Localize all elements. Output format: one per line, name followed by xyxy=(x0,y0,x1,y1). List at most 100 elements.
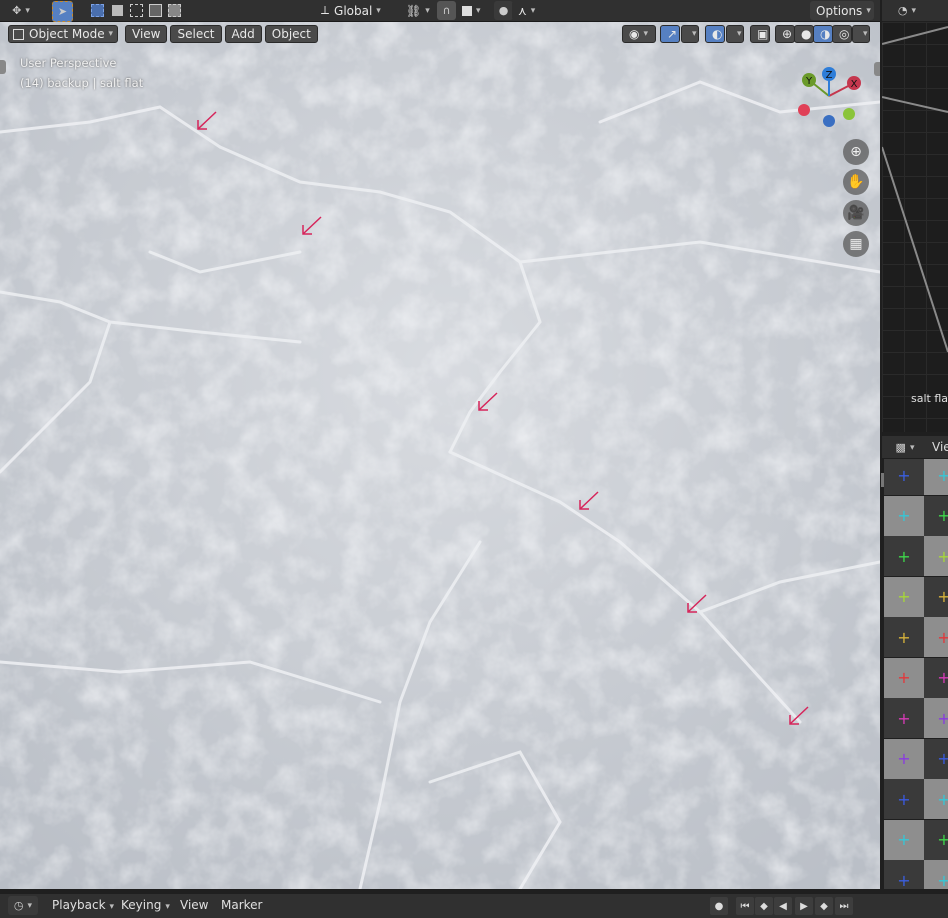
zoom-button[interactable]: ⊕ xyxy=(843,139,869,165)
uv-grid-cell: + xyxy=(924,657,948,698)
uv-grid-cell: + xyxy=(924,576,948,617)
shading-solid[interactable]: ● xyxy=(794,25,814,43)
overlays-dropdown[interactable]: ▾ xyxy=(726,25,744,43)
jump-start-icon: ⏮ xyxy=(740,900,750,912)
uv-grid-cell: + xyxy=(884,779,924,819)
select-subtract-button[interactable] xyxy=(127,1,146,20)
shading-dropdown[interactable]: ▾ xyxy=(852,25,870,43)
material-icon: ◑ xyxy=(820,27,831,41)
next-keyframe-icon: ◆ xyxy=(820,900,828,912)
gizmo-dropdown[interactable]: ▾ xyxy=(681,25,699,43)
chevron-down-icon: ▾ xyxy=(863,29,868,39)
timeline-type-dropdown[interactable]: ◷ ▾ xyxy=(8,896,38,915)
select-extend-button[interactable] xyxy=(108,1,127,20)
uv-grid-cell: + xyxy=(884,819,924,860)
select-invert-button[interactable] xyxy=(146,1,165,20)
menu-select[interactable]: Select xyxy=(170,25,222,43)
node-editor-type-dropdown[interactable]: ◔ ▾ xyxy=(890,1,924,20)
chevron-down-icon: ▾ xyxy=(737,29,742,39)
menu-view[interactable]: View xyxy=(125,25,168,43)
editor-type-dropdown[interactable]: ✥ ▾ xyxy=(4,1,38,20)
navigation-gizmo[interactable]: X Y Z xyxy=(790,64,868,130)
image-icon: ▩ xyxy=(895,441,906,454)
chevron-down-icon: ▾ xyxy=(866,5,871,16)
node-editor-header: ◔ ▾ xyxy=(882,0,948,21)
uv-grid-cell: + xyxy=(924,495,948,536)
select-intersect-button[interactable] xyxy=(165,1,184,20)
viewport-header: Object Mode ▾ View Select Add Object xyxy=(8,25,318,45)
camera-icon: 🎥 xyxy=(847,205,865,221)
pan-button[interactable]: ✋ xyxy=(843,169,869,195)
gizmo-toggle[interactable]: ↗ xyxy=(660,25,680,43)
sidebar-expand-handle[interactable] xyxy=(874,62,880,76)
chevron-down-icon: ▾ xyxy=(425,5,430,16)
visibility-dropdown[interactable]: ◉ ▾ xyxy=(622,25,656,43)
options-dropdown[interactable]: Options ▾ xyxy=(810,1,874,20)
chevron-down-icon: ▾ xyxy=(911,5,917,16)
view-name-overlay: User Perspective xyxy=(20,56,117,70)
camera-view-button[interactable]: 🎥 xyxy=(843,200,869,226)
next-keyframe-button[interactable]: ◆ xyxy=(815,897,833,915)
node-editor[interactable]: salt flat xyxy=(882,22,948,432)
falloff-dropdown[interactable]: ⋏ ▾ xyxy=(512,1,544,20)
chevron-down-icon: ▾ xyxy=(109,902,115,912)
record-button[interactable]: ● xyxy=(710,897,728,915)
shading-material[interactable]: ◑ xyxy=(813,25,833,43)
xray-toggle[interactable]: ▣ xyxy=(750,25,770,43)
node-label: salt flat xyxy=(911,392,948,405)
uv-grid-cell: + xyxy=(884,657,924,698)
playback-menu[interactable]: Playback ▾ xyxy=(52,898,114,912)
marker-menu[interactable]: Marker xyxy=(221,898,262,912)
keying-menu[interactable]: Keying ▾ xyxy=(121,898,170,912)
play-icon: ▶ xyxy=(800,900,808,912)
options-label: Options xyxy=(816,3,863,18)
select-tool-button[interactable]: ➤ xyxy=(52,1,73,22)
snap-toggle[interactable]: ∩ xyxy=(437,1,456,20)
snap-target-dropdown[interactable]: ▾ xyxy=(456,1,488,20)
keying-label: Keying xyxy=(121,898,162,912)
image-view-menu[interactable]: Vie xyxy=(932,440,948,454)
menu-add[interactable]: Add xyxy=(224,25,262,43)
hand-icon: ✋ xyxy=(847,174,865,190)
neg-y-axis-dot[interactable] xyxy=(843,108,855,120)
node-links xyxy=(882,26,948,353)
jump-start-button[interactable]: ⏮ xyxy=(736,897,754,915)
timeline-view-menu[interactable]: View xyxy=(180,898,208,912)
play-reverse-button[interactable]: ◀ xyxy=(774,897,792,915)
neg-x-axis-dot[interactable] xyxy=(798,104,810,116)
shading-rendered[interactable]: ◎ xyxy=(832,25,852,43)
prev-keyframe-button[interactable]: ◆ xyxy=(755,897,773,915)
uv-grid-cell: + xyxy=(924,617,948,657)
solid-icon: ● xyxy=(801,27,812,41)
uv-grid-cell: + xyxy=(884,459,924,495)
pivot-point-dropdown[interactable]: ⛓ ▾ xyxy=(400,1,432,20)
perspective-toggle-button[interactable]: ▦ xyxy=(843,231,869,257)
transform-orientation-dropdown[interactable]: ⟂ Global ▾ xyxy=(315,1,393,20)
toolbar-expand-handle[interactable] xyxy=(0,60,6,74)
select-box-new-button[interactable] xyxy=(88,1,107,20)
mode-dropdown[interactable]: Object Mode ▾ xyxy=(8,25,118,43)
magnet-icon: ∩ xyxy=(442,4,451,17)
annotation-arrow xyxy=(789,706,809,725)
jump-end-button[interactable]: ⏭ xyxy=(835,897,853,915)
menu-object[interactable]: Object xyxy=(264,25,318,43)
chevron-down-icon: ▾ xyxy=(25,5,30,16)
uv-grid-cell: + xyxy=(884,576,924,617)
image-editor-type-dropdown[interactable]: ▩ ▾ xyxy=(890,438,920,457)
image-editor-header: ▩ ▾ Vie xyxy=(882,436,948,458)
annotation-arrow xyxy=(687,594,707,613)
uv-checker-grid[interactable]: + + + + + + + + + + + + + + + + + + + + + + xyxy=(882,459,948,889)
chevron-down-icon: ▾ xyxy=(165,902,170,912)
transform-icon: ✥ xyxy=(12,4,22,17)
eye-icon: ◉ xyxy=(629,27,640,41)
3d-viewport[interactable]: Object Mode ▾ View Select Add Object ◉ ▾ … xyxy=(0,22,880,889)
object-mode-icon xyxy=(13,28,24,40)
prev-keyframe-icon: ◆ xyxy=(760,900,768,912)
proportional-edit-toggle[interactable]: ● xyxy=(494,1,513,20)
neg-z-axis-dot[interactable] xyxy=(823,115,835,127)
chevron-down-icon: ▾ xyxy=(476,5,481,16)
orientation-label: Global xyxy=(334,3,373,18)
play-button[interactable]: ▶ xyxy=(795,897,813,915)
shading-wireframe[interactable]: ⊕ xyxy=(775,25,795,43)
overlays-toggle[interactable]: ◐ xyxy=(705,25,725,43)
